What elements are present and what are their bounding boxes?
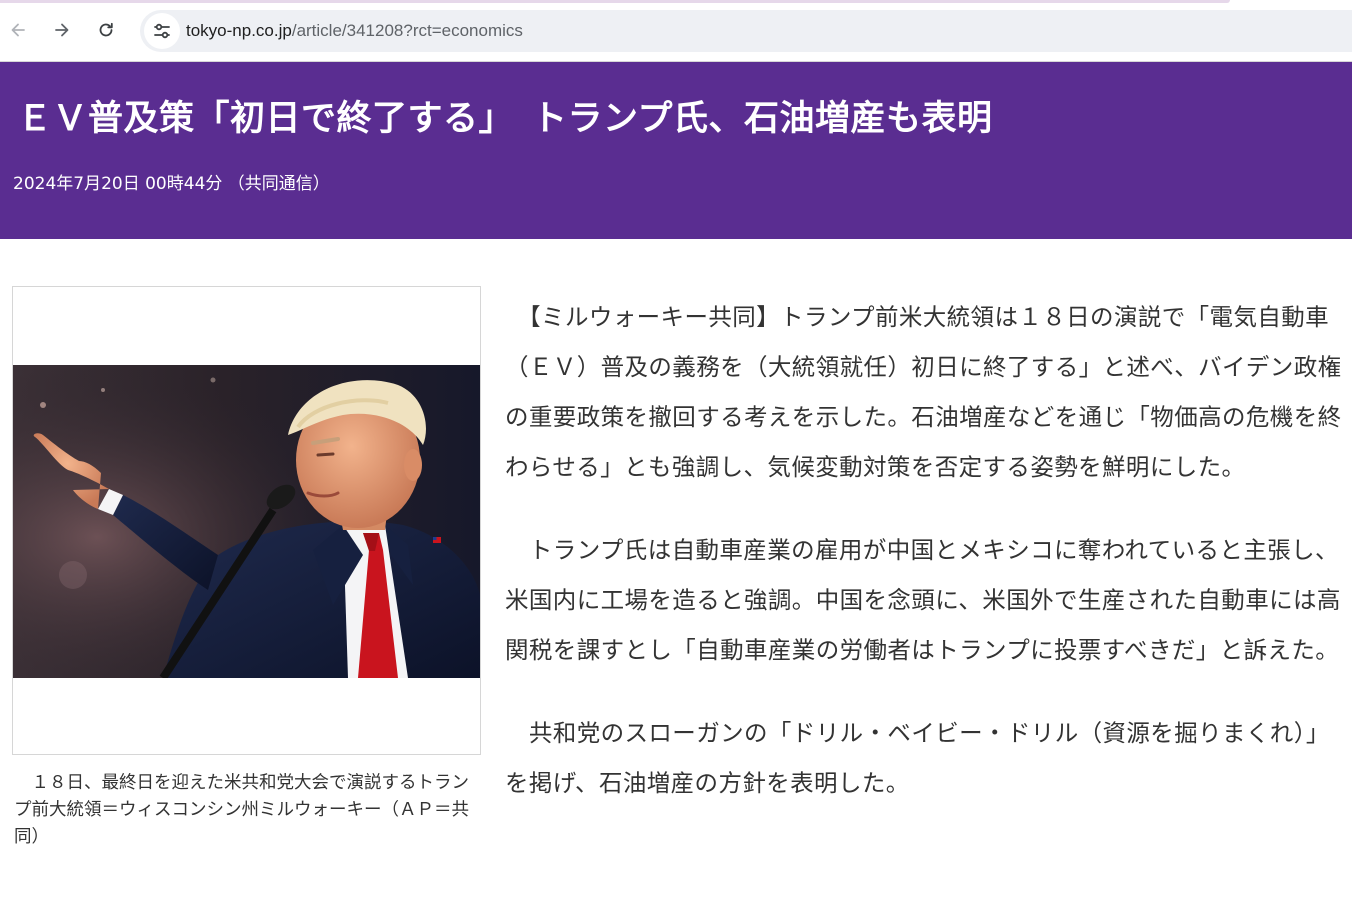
- reload-button[interactable]: [92, 16, 120, 44]
- article-paragraph: 【ミルウォーキー共同】トランプ前米大統領は１８日の演説で「電気自動車（ＥＶ）普及…: [505, 303, 1342, 481]
- article-paragraph: 共和党のスローガンの「ドリル・ベイビー・ドリル（資源を掘りまくれ）」を掲げ、石油…: [505, 719, 1330, 797]
- article-dateline: 2024年7月20日 00時44分 （共同通信）: [13, 174, 330, 194]
- url-text[interactable]: tokyo-np.co.jp/article/341208?rct=econom…: [186, 21, 523, 41]
- article-headline: ＥＶ普及策「初日で終了する」 トランプ氏、石油増産も表明: [17, 99, 993, 139]
- article-paragraph: トランプ氏は自動車産業の雇用が中国とメキシコに奪われていると主張し、米国内に工場…: [505, 536, 1341, 664]
- article-header: ＥＶ普及策「初日で終了する」 トランプ氏、石油増産も表明 2024年7月20日 …: [0, 62, 1352, 239]
- arrow-right-icon: [55, 23, 69, 37]
- photo-caption: １８日、最終日を迎えた米共和党大会で演説するトランプ前大統領＝ウィスコンシン州ミ…: [14, 773, 469, 847]
- tab-strip-accent: [0, 0, 1230, 3]
- article-figure: [12, 286, 481, 755]
- url-path: /article/341208?rct=economics: [291, 21, 523, 40]
- url-host: tokyo-np.co.jp: [186, 21, 292, 40]
- address-bar[interactable]: tokyo-np.co.jp/article/341208?rct=econom…: [140, 10, 1352, 52]
- site-info-button[interactable]: [144, 13, 180, 49]
- arrow-left-icon: [11, 23, 25, 37]
- tune-icon: [154, 23, 170, 39]
- forward-button[interactable]: [48, 16, 76, 44]
- reload-icon: [99, 22, 113, 37]
- article-photo[interactable]: [13, 365, 480, 678]
- browser-toolbar: tokyo-np.co.jp/article/341208?rct=econom…: [0, 0, 1352, 62]
- back-button[interactable]: [4, 16, 32, 44]
- article-body: 【ミルウォーキー共同】トランプ前米大統領は１８日の演説で「電気自動車（ＥＶ）普及…: [505, 292, 1345, 841]
